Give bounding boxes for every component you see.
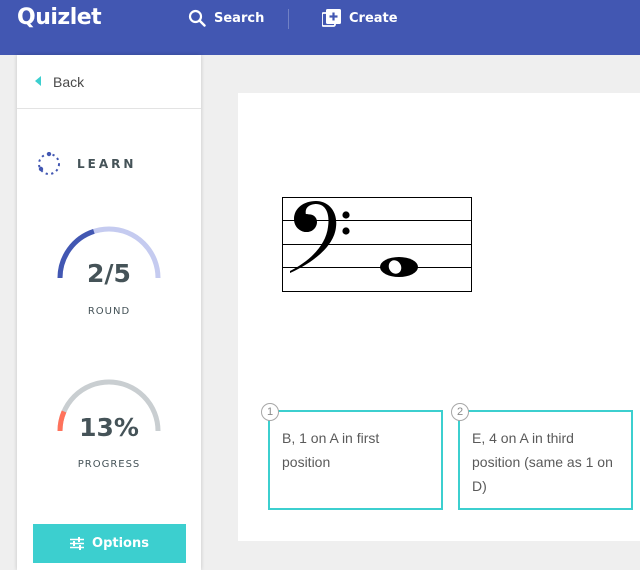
mode-header: LEARN (37, 152, 136, 176)
answer-text: E, 4 on A in third position (same as 1 o… (472, 430, 613, 494)
search-icon (188, 9, 206, 27)
answer-option[interactable]: 1 B, 1 on A in first position (261, 403, 443, 510)
options-label: Options (92, 536, 149, 551)
sliders-icon (70, 537, 85, 550)
answer-text: B, 1 on A in first position (282, 430, 380, 470)
create-button[interactable]: Create (322, 9, 398, 27)
bass-clef-icon (290, 201, 337, 273)
answer-number-badge: 2 (451, 403, 469, 421)
answer-option[interactable]: 2 E, 4 on A in third position (same as 1… (451, 403, 633, 510)
search-label: Search (214, 10, 265, 26)
bass-clef-staff-image (282, 197, 472, 292)
round-value: 2/5 (87, 259, 131, 288)
progress-value: 13% (79, 413, 139, 442)
top-navigation-bar: Quizlet Search Create (0, 0, 640, 55)
question-card: 1 B, 1 on A in first position 2 E, 4 on … (238, 93, 640, 541)
mode-label: LEARN (77, 157, 137, 171)
round-label: ROUND (87, 306, 131, 317)
create-label: Create (349, 10, 398, 26)
nav-divider (288, 9, 289, 29)
round-gauge: 2/5 ROUND (55, 224, 163, 324)
learn-sidebar: Back LEARN 2/5 ROUND 13% PROGRESS Option… (17, 55, 201, 570)
back-label: Back (53, 74, 85, 90)
learn-mode-icon (38, 152, 60, 175)
search-button[interactable]: Search (188, 9, 264, 27)
back-arrow-icon (35, 76, 41, 86)
plus-box-icon (322, 9, 341, 27)
back-button[interactable]: Back (17, 55, 201, 109)
options-button[interactable]: Options (33, 524, 186, 563)
answer-number-badge: 1 (261, 403, 279, 421)
quizlet-logo[interactable]: Quizlet (17, 5, 102, 30)
progress-label: PROGRESS (77, 459, 141, 470)
progress-gauge: 13% PROGRESS (55, 377, 163, 477)
